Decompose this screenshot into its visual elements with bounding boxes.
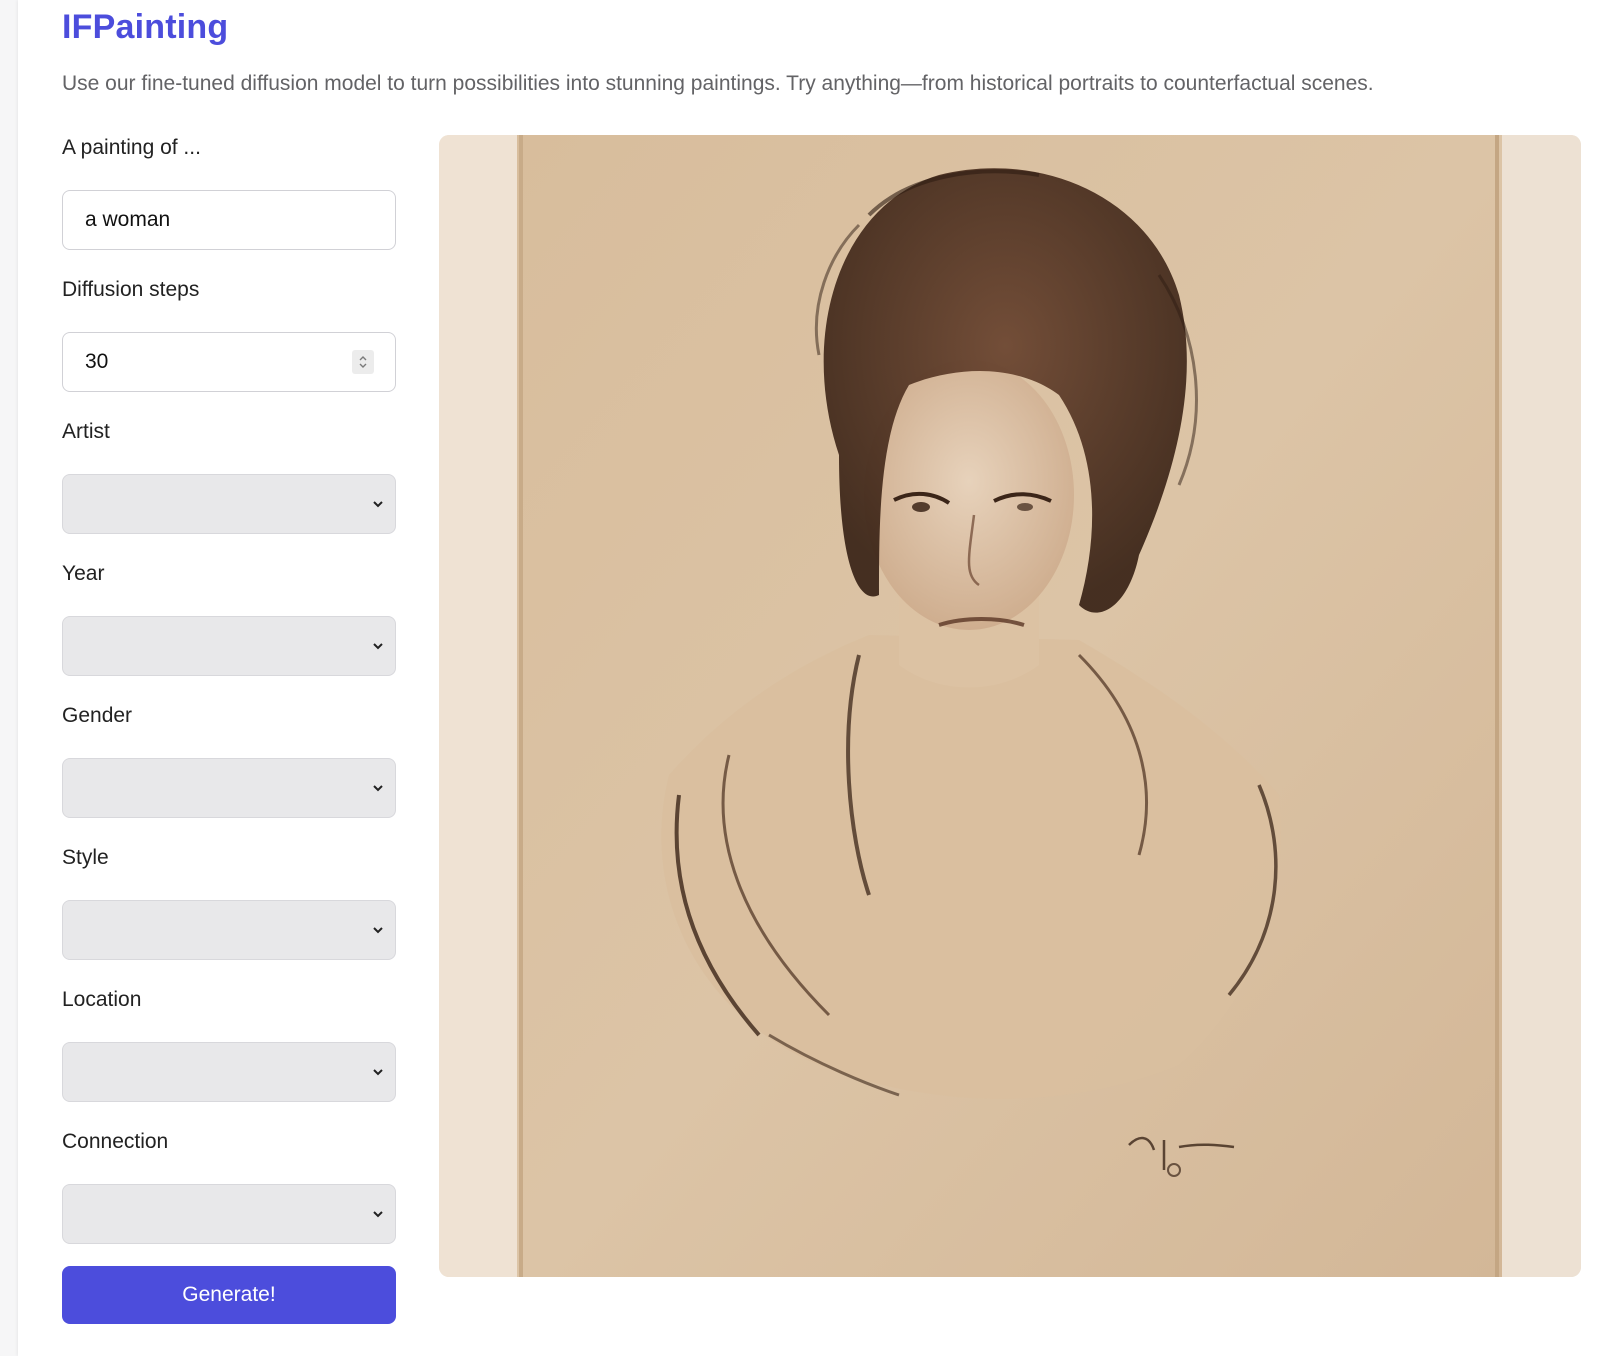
connection-label: Connection xyxy=(62,1130,169,1153)
painting-form: A painting of ... Diffusion steps Artist… xyxy=(62,130,396,1324)
prompt-label: A painting of ... xyxy=(62,136,201,159)
year-select[interactable] xyxy=(62,616,396,676)
app-title: IFPainting xyxy=(62,8,229,46)
portrait-sketch-image xyxy=(439,135,1581,1277)
chevron-down-icon xyxy=(373,501,383,508)
app-page: IFPainting Use our fine-tuned diffusion … xyxy=(18,0,1616,1356)
artist-label: Artist xyxy=(62,420,110,443)
connection-select[interactable] xyxy=(62,1184,396,1244)
chevron-down-icon xyxy=(373,1069,383,1076)
year-label: Year xyxy=(62,562,105,585)
chevron-down-icon xyxy=(373,927,383,934)
artist-select[interactable] xyxy=(62,474,396,534)
chevron-down-icon xyxy=(373,785,383,792)
gender-select[interactable] xyxy=(62,758,396,818)
generated-painting xyxy=(439,135,1581,1277)
up-down-chevron-icon[interactable] xyxy=(352,350,374,374)
style-label: Style xyxy=(62,846,109,869)
chevron-down-icon xyxy=(373,643,383,650)
app-subtitle: Use our fine-tuned diffusion model to tu… xyxy=(62,72,1374,95)
generate-button[interactable]: Generate! xyxy=(62,1266,396,1324)
gender-label: Gender xyxy=(62,704,133,727)
chevron-down-icon xyxy=(373,1211,383,1218)
style-select[interactable] xyxy=(62,900,396,960)
location-label: Location xyxy=(62,988,142,1011)
steps-field xyxy=(62,332,396,392)
location-select[interactable] xyxy=(62,1042,396,1102)
prompt-input[interactable] xyxy=(62,190,396,250)
steps-input[interactable] xyxy=(62,332,396,392)
steps-label: Diffusion steps xyxy=(62,278,200,301)
